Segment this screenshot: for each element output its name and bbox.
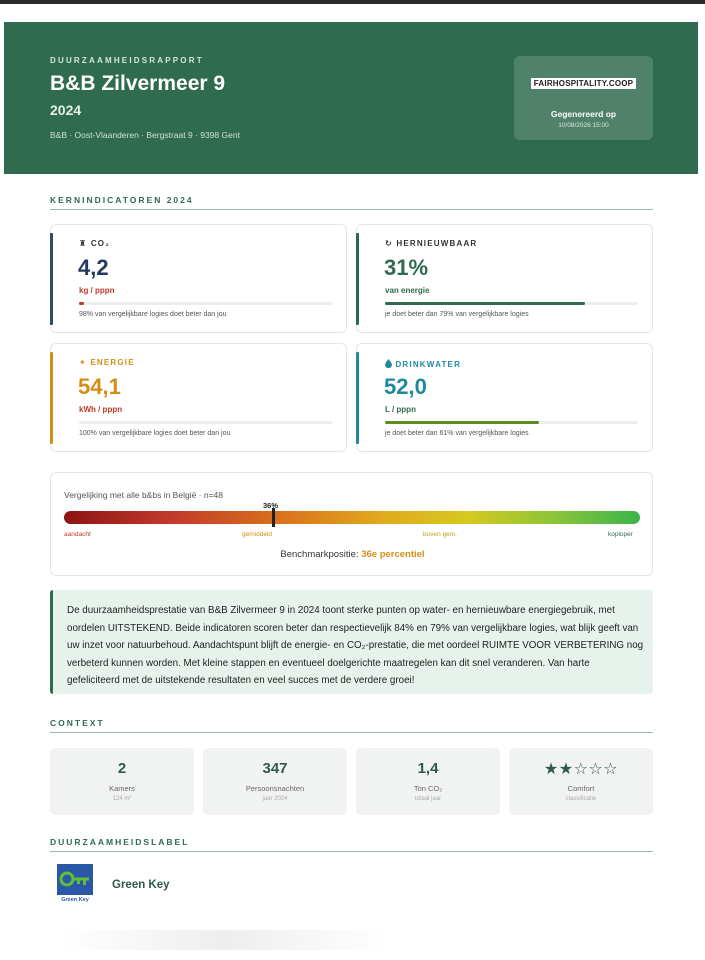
section-divider	[50, 732, 653, 733]
context-sub: jaar 2024	[262, 796, 288, 802]
label-name: Green Key	[112, 879, 170, 891]
summary-box: De duurzaamheidsprestatie van B&B Zilver…	[50, 590, 653, 694]
kpi-unit: kg / pppn	[79, 286, 115, 295]
report-header: DUURZAAMHEIDSRAPPORT B&B Zilvermeer 9 20…	[4, 22, 698, 174]
benchmark-tick-aandacht: aandacht	[64, 531, 91, 538]
green-key-logo-caption: Green Key	[61, 897, 89, 903]
kpi-unit: L / pppn	[385, 405, 416, 414]
kpi-note: je doet beter dan 61% van vergelijkbare …	[385, 430, 529, 437]
kpi-unit: kWh / pppn	[79, 405, 123, 414]
kpi-note: 100% van vergelijkbare logies doet beter…	[79, 430, 231, 437]
context-label: Persoonsnachten	[245, 784, 305, 793]
benchmark-title: Vergelijking met alle b&bs in België · n…	[64, 490, 223, 500]
summary-text: De duurzaamheidsprestatie van B&B Zilver…	[67, 605, 644, 687]
kpi-progress-fill	[385, 421, 540, 424]
kpi-label: ✦ ENERGIE	[79, 358, 135, 367]
context-label: Ton CO₂	[413, 784, 443, 793]
kpi-card-drinkwater: DRINKWATER 52,0 L / pppn je doet beter d…	[356, 343, 653, 452]
kpi-progress-track	[79, 302, 332, 305]
water-drop-icon	[385, 359, 392, 368]
context-sub: totaal jaar	[414, 796, 442, 802]
kpi-progress-track	[79, 421, 332, 424]
kpi-card-energie: ✦ ENERGIE 54,1 kWh / pppn 100% van verge…	[50, 343, 347, 452]
kpi-card-hernieuwbaar: ↻ HERNIEUWBAAR 31% van energie je doet b…	[356, 224, 653, 333]
generated-box: FAIRHOSPITALITY.COOP Gegenereerd op 10/0…	[514, 56, 653, 140]
benchmark-position-value: 36e percentiel	[361, 549, 425, 560]
card-accent	[356, 352, 359, 444]
kpi-label: ↻ HERNIEUWBAAR	[385, 239, 478, 248]
report-year: 2024	[50, 102, 82, 118]
section-divider	[50, 209, 653, 210]
lightning-icon: ✦	[79, 358, 87, 367]
window-top-border	[0, 0, 705, 4]
context-label: Kamers	[109, 784, 135, 793]
context-value: 2	[117, 760, 127, 777]
star-rating: ★★☆☆☆	[543, 761, 619, 778]
benchmark-gradient-bar	[64, 511, 640, 524]
benchmark-tick-boven-gem: boven gem.	[423, 531, 457, 538]
green-key-logo: Green Key	[57, 864, 93, 904]
benchmark-marker	[272, 508, 275, 527]
kpi-value: 31%	[384, 255, 429, 280]
fairhospitality-logo: FAIRHOSPITALITY.COOP	[530, 78, 637, 89]
page-title: B&B Zilvermeer 9	[50, 72, 226, 95]
kpi-unit: van energie	[385, 286, 430, 295]
kpi-value: 54,1	[78, 374, 121, 399]
kpi-value: 52,0	[384, 374, 427, 399]
report-kicker: DUURZAAMHEIDSRAPPORT	[50, 56, 204, 65]
context-label: Comfort	[567, 784, 595, 793]
section-title-kpi: KERNINDICATOREN 2024	[50, 195, 194, 205]
generated-date: 10/08/2026 15:00	[558, 122, 609, 129]
context-card-kamers: 2 Kamers 124 m²	[50, 748, 194, 815]
factory-icon: ♜	[79, 239, 88, 248]
kpi-label: DRINKWATER	[385, 358, 461, 369]
faded-footer	[60, 930, 390, 950]
section-title-context: CONTEXT	[50, 718, 105, 728]
context-card-co2: 1,4 Ton CO₂ totaal jaar	[356, 748, 500, 815]
section-divider	[50, 851, 653, 852]
refresh-icon: ↻	[385, 239, 393, 248]
context-sub: classificatie	[565, 796, 597, 802]
kpi-value: 4,2	[78, 255, 109, 280]
benchmark-marker-label: 36%	[263, 501, 279, 510]
kpi-label: ♜ CO₂	[79, 239, 110, 248]
card-accent	[50, 233, 53, 325]
benchmark-card: Vergelijking met alle b&bs in België · n…	[50, 472, 653, 576]
kpi-note: 98% van vergelijkbare logies doet beter …	[79, 311, 227, 318]
benchmark-tick-gemiddeld: gemiddeld	[242, 531, 272, 538]
kpi-card-co2: ♜ CO₂ 4,2 kg / pppn 98% van vergelijkbar…	[50, 224, 347, 333]
context-sub: 124 m²	[112, 796, 132, 802]
context-card-persoonsnachten: 347 Persoonsnachten jaar 2024	[203, 748, 347, 815]
context-value: 347	[262, 760, 288, 777]
kpi-progress-fill	[79, 302, 85, 305]
card-accent	[50, 352, 53, 444]
kpi-progress-track	[385, 421, 638, 424]
section-title-label: DUURZAAMHEIDSLABEL	[50, 837, 190, 847]
address-line: B&B · Oost-Vlaanderen · Bergstraat 9 · 9…	[50, 130, 240, 140]
benchmark-tick-koploper: koploper	[608, 531, 633, 538]
kpi-note: je doet beter dan 79% van vergelijkbare …	[385, 311, 529, 318]
card-accent	[356, 233, 359, 325]
context-value: 1,4	[417, 760, 439, 777]
context-card-comfort: ★★☆☆☆ Comfort classificatie	[509, 748, 653, 815]
kpi-progress-fill	[385, 302, 585, 305]
generated-label: Gegenereerd op	[550, 109, 617, 119]
benchmark-position: Benchmarkpositie: 36e percentiel	[280, 549, 425, 560]
kpi-progress-track	[385, 302, 638, 305]
